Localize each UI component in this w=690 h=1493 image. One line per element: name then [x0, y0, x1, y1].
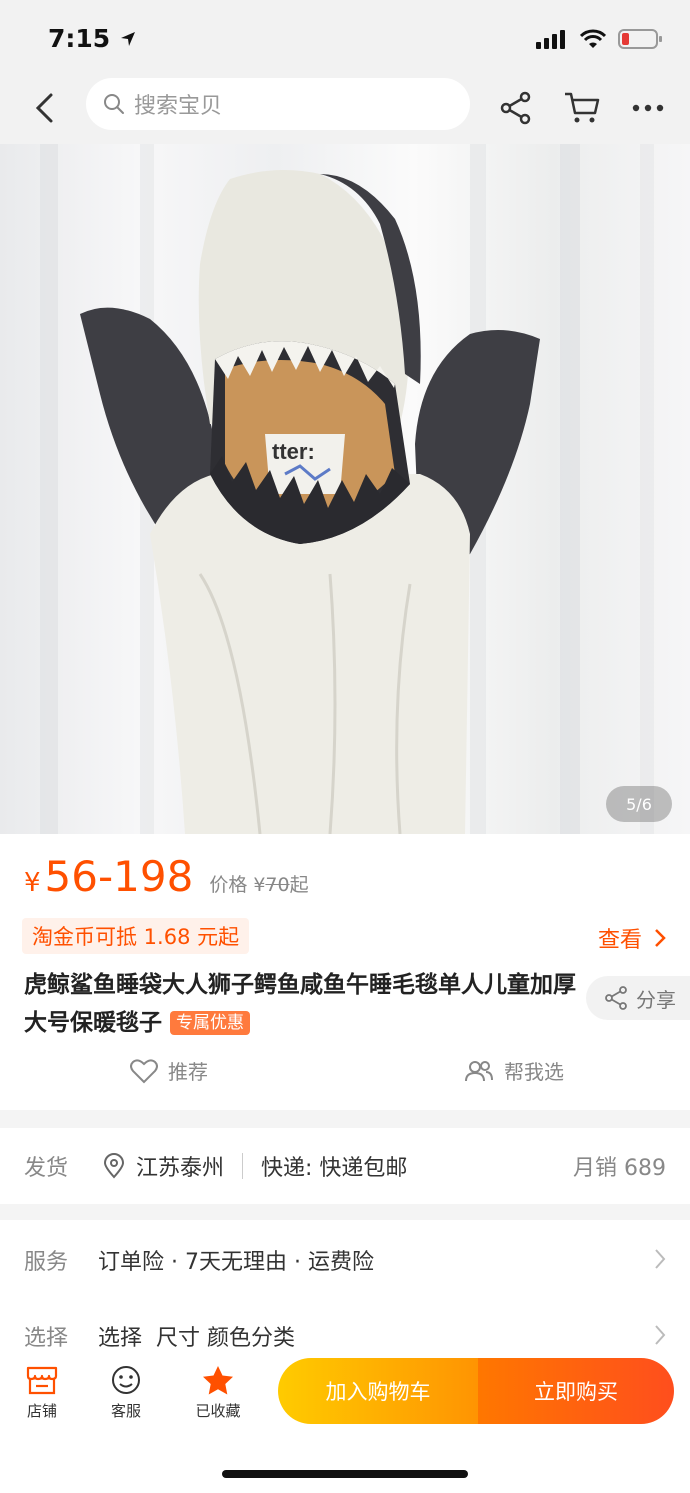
- battery-icon: [618, 29, 662, 49]
- nav-bar: 搜索宝贝: [0, 72, 690, 144]
- product-title-text: 虎鲸鲨鱼睡袋大人狮子鳄鱼咸鱼午睡毛毯单人儿童加厚大号保暖毯子: [24, 972, 576, 1036]
- customer-service-label: 客服: [110, 1402, 141, 1420]
- chevron-right-icon: [655, 929, 666, 947]
- status-icons: [536, 28, 662, 50]
- star-icon: [203, 1366, 233, 1395]
- status-time-text: 7:15: [48, 24, 111, 53]
- signal-icon: [536, 30, 565, 49]
- shirt-print: tter:: [272, 439, 315, 464]
- original-price-currency: ¥: [253, 874, 266, 896]
- product-info-card: ¥ 56-198 价格 ¥ 70 起 淘金币可抵 1.68 元起 查看 虎鲸鲨鱼…: [0, 834, 690, 1110]
- coin-discount-badge: 淘金币可抵 1.68 元起: [22, 918, 250, 954]
- recommend-button[interactable]: 推荐: [130, 1056, 208, 1085]
- status-bar: 7:15: [0, 0, 690, 72]
- coin-discount-text: 淘金币可抵 1.68 元起: [32, 925, 240, 949]
- home-indicator[interactable]: [222, 1470, 468, 1478]
- chevron-right-icon: [655, 1249, 666, 1269]
- share-label: 分享: [636, 987, 676, 1012]
- product-title: 虎鲸鲨鱼睡袋大人狮子鳄鱼咸鱼午睡毛毯单人儿童加厚大号保暖毯子 专属优惠: [24, 966, 584, 1042]
- recommend-label: 推荐: [168, 1060, 208, 1084]
- service-value: 订单险 · 7天无理由 · 运费险: [98, 1250, 374, 1275]
- product-image[interactable]: tter: 5/6: [0, 144, 690, 834]
- service-row[interactable]: 服务 订单险 · 7天无理由 · 运费险: [24, 1240, 666, 1280]
- shipping-express: 快递: 快递包邮: [261, 1156, 408, 1181]
- back-button[interactable]: [24, 86, 64, 130]
- help-choose-label: 帮我选: [504, 1060, 564, 1084]
- select-label: 选择: [24, 1326, 69, 1351]
- shop-label: 店铺: [26, 1402, 57, 1420]
- people-icon: [465, 1060, 493, 1081]
- view-label: 查看: [597, 928, 642, 953]
- monthly-sales: 月销 689: [573, 1156, 666, 1181]
- price-row: ¥ 56-198 价格 ¥ 70 起: [24, 852, 309, 901]
- location-arrow-icon: [120, 32, 135, 46]
- service-label: 服务: [24, 1250, 69, 1275]
- chevron-right-icon: [655, 1325, 666, 1345]
- heart-icon: [130, 1058, 158, 1083]
- search-icon: [104, 94, 124, 114]
- shop-icon: [26, 1366, 58, 1395]
- search-placeholder: 搜索宝贝: [134, 94, 223, 119]
- buy-now-label: 立即购买: [534, 1380, 618, 1404]
- shark-blanket-illustration: tter:: [40, 144, 654, 834]
- chat-icon: [112, 1366, 140, 1394]
- select-value: 选择 尺寸 颜色分类: [98, 1326, 295, 1351]
- customer-service-tab[interactable]: 客服: [96, 1364, 156, 1421]
- share-icon: [500, 91, 531, 125]
- original-price: 70: [265, 874, 290, 896]
- more-button[interactable]: [626, 86, 670, 130]
- buy-now-button[interactable]: 立即购买: [478, 1358, 674, 1424]
- exclusive-offer-tag: 专属优惠: [170, 1011, 251, 1035]
- share-button[interactable]: [494, 86, 538, 130]
- original-price-suffix: 起: [289, 874, 309, 896]
- cart-icon: [565, 92, 600, 123]
- price-label: 价格: [209, 874, 248, 896]
- share-icon: [605, 986, 627, 1010]
- shipping-location: 江苏泰州: [136, 1156, 225, 1181]
- share-pill-button[interactable]: 分享: [586, 976, 690, 1020]
- search-input[interactable]: 搜索宝贝: [86, 78, 470, 130]
- shipping-row[interactable]: 发货 江苏泰州 快递: 快递包邮 月销 689: [0, 1128, 690, 1204]
- more-icon: [632, 104, 664, 112]
- location-icon: [104, 1153, 125, 1179]
- divider: [242, 1153, 244, 1179]
- back-icon: [35, 93, 53, 123]
- image-counter: 5/6: [606, 786, 672, 822]
- add-to-cart-label: 加入购物车: [325, 1380, 431, 1404]
- wifi-icon: [580, 29, 606, 48]
- price-range: 56-198: [44, 852, 194, 901]
- cart-button[interactable]: [560, 86, 604, 130]
- add-to-cart-button[interactable]: 加入购物车: [278, 1358, 478, 1424]
- shipping-label: 发货: [24, 1156, 69, 1181]
- view-discount-link[interactable]: 查看: [598, 922, 666, 954]
- bottom-action-bar: 店铺 客服 已收藏 加入购物车 立即购买: [0, 1350, 690, 1493]
- status-time: 7:15: [48, 24, 137, 53]
- favorite-tab[interactable]: 已收藏: [188, 1364, 248, 1421]
- favorited-label: 已收藏: [195, 1402, 241, 1420]
- price-currency: ¥: [24, 868, 41, 898]
- shop-tab[interactable]: 店铺: [12, 1364, 72, 1421]
- help-choose-button[interactable]: 帮我选: [464, 1056, 564, 1085]
